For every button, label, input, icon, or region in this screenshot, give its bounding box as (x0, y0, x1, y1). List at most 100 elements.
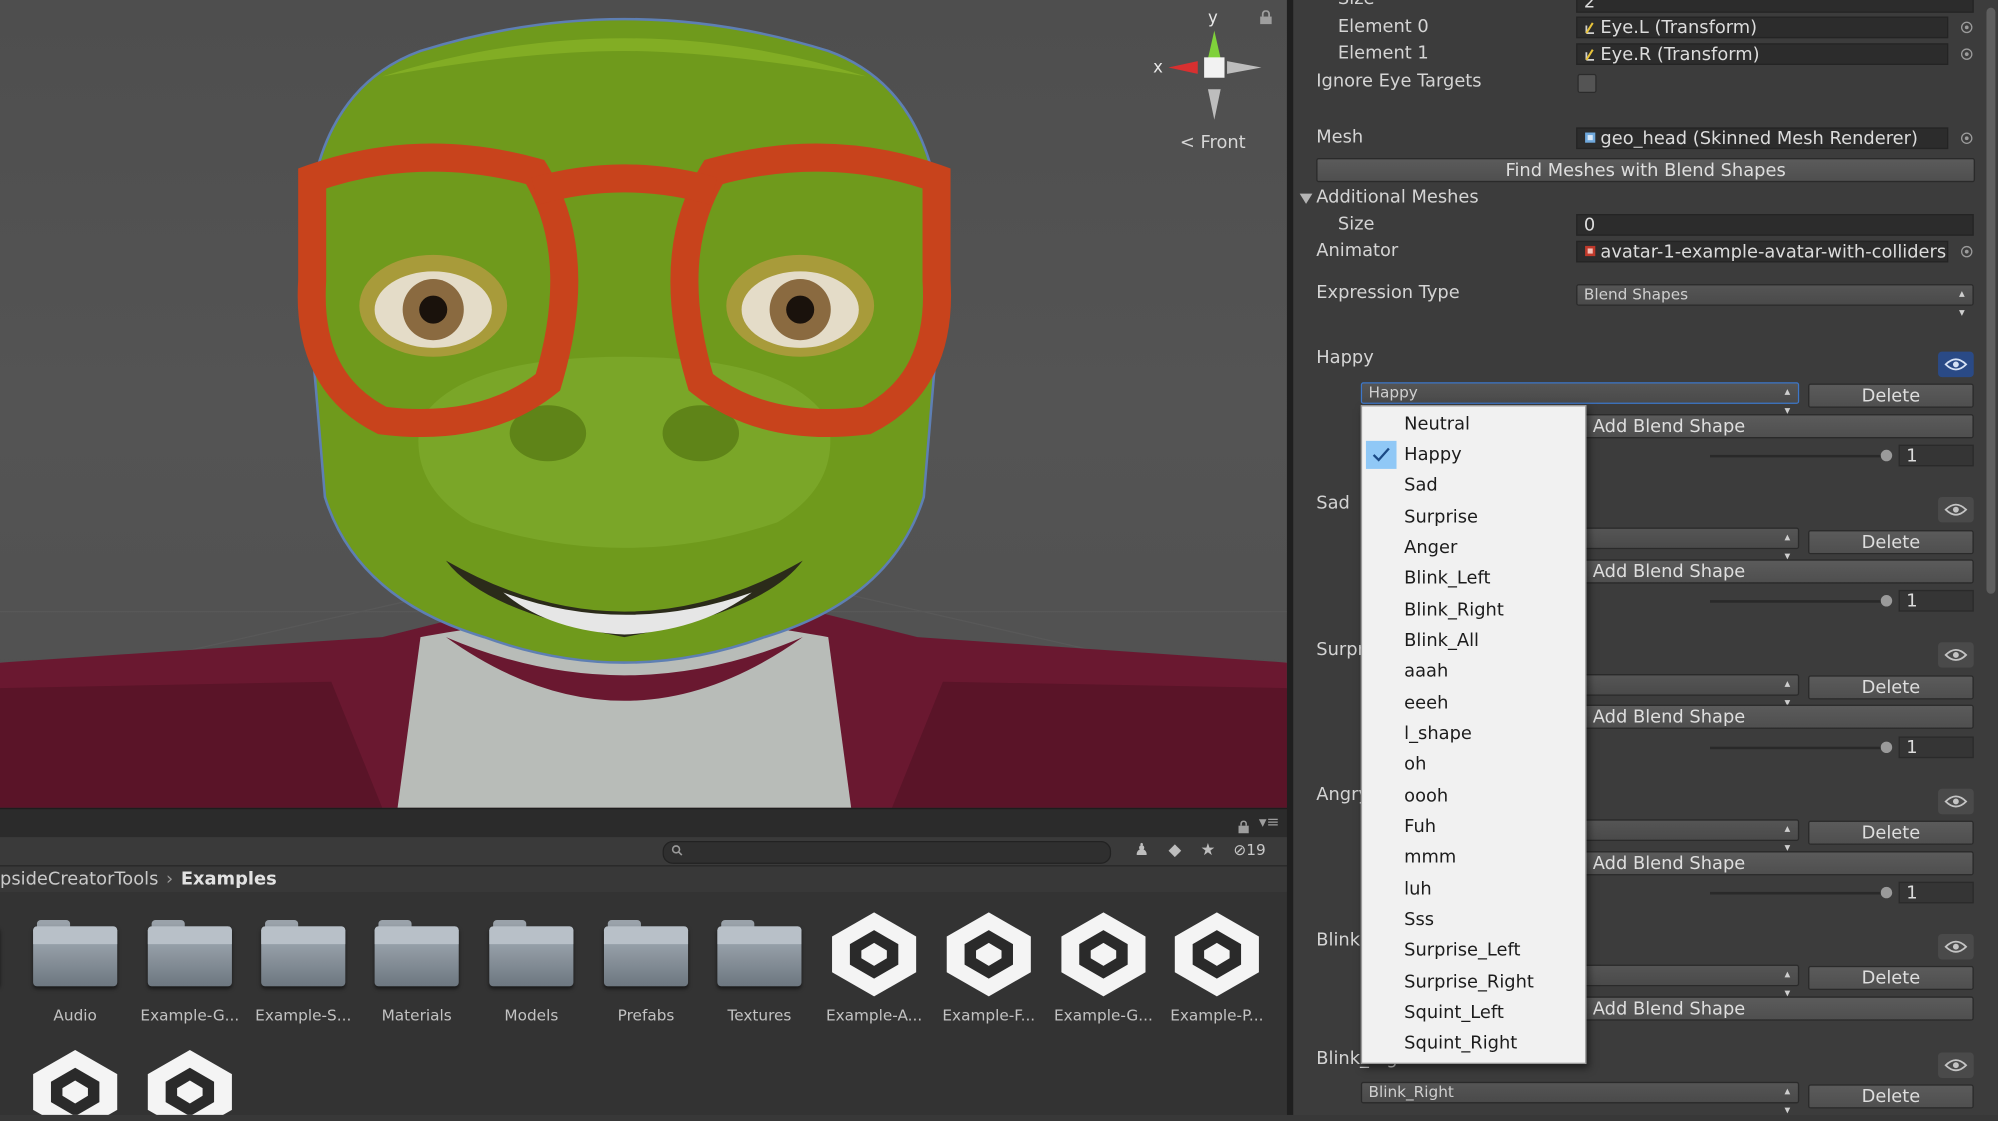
view-direction-label[interactable]: < Front (1180, 133, 1246, 153)
unity-scene-icon (832, 912, 917, 997)
panel-menu-icon[interactable]: ▾≡ (1259, 813, 1279, 831)
menu-item[interactable]: oooh (1362, 781, 1585, 812)
folder-icon (374, 919, 459, 987)
menu-item[interactable]: Fuh (1362, 812, 1585, 843)
slider-thumb[interactable] (1880, 595, 1893, 607)
menu-item[interactable]: aaah (1362, 656, 1585, 687)
additional-size-field[interactable]: 0 (1576, 214, 1974, 236)
eye-slash-icon: ⊘ (1233, 840, 1247, 859)
delete-button[interactable]: Delete (1808, 675, 1974, 700)
menu-item[interactable]: oh (1362, 749, 1585, 780)
delete-button[interactable]: Delete (1808, 530, 1974, 555)
breadcrumb-current[interactable]: Examples (181, 869, 277, 889)
scrollbar-thumb[interactable] (1986, 7, 1996, 594)
eye-icon[interactable] (1938, 351, 1974, 378)
menu-item-selected[interactable]: Happy (1362, 440, 1585, 471)
menu-item[interactable]: Surprise (1362, 502, 1585, 533)
object-picker-icon[interactable] (1960, 48, 1973, 60)
weight-slider[interactable] (1709, 891, 1889, 895)
chevron-left-icon: < (1179, 132, 1195, 153)
lock-icon[interactable] (1237, 820, 1250, 834)
animator-field[interactable]: avatar-1-example-avatar-with-colliders (1576, 240, 1949, 263)
weight-field[interactable]: 1 (1898, 736, 1974, 759)
menu-item[interactable]: Blink_Left (1362, 563, 1585, 594)
weight-field[interactable]: 1 (1898, 881, 1974, 904)
blend-shape-popup[interactable]: Blink_Right ▴ ▾ (1360, 1081, 1800, 1117)
search-input[interactable] (662, 840, 1112, 864)
menu-item[interactable]: Neutral (1362, 409, 1585, 440)
weight-field[interactable]: 1 (1898, 589, 1974, 612)
folder-icon (489, 919, 574, 987)
weight-field[interactable]: 1 (1898, 444, 1974, 467)
favorites-star-icon[interactable]: ★ (1198, 841, 1218, 861)
eye-icon[interactable] (1938, 788, 1974, 815)
eye-icon[interactable] (1938, 496, 1974, 523)
delete-button[interactable]: Delete (1808, 820, 1974, 845)
add-blend-shape-button[interactable]: Add Blend Shape (1580, 704, 1974, 729)
asset-label: Example-A... (825, 1006, 923, 1025)
slider-thumb[interactable] (1880, 886, 1893, 899)
scene-view[interactable]: y x < Front (0, 0, 1287, 808)
foldout-arrow-icon[interactable] (1299, 193, 1313, 204)
breadcrumb: psideCreatorTools › Examples (0, 866, 1287, 892)
gizmo-y-label: y (1208, 8, 1218, 27)
menu-item[interactable]: Anger (1362, 533, 1585, 564)
mesh-field[interactable]: geo_head (Skinned Mesh Renderer) (1576, 127, 1949, 150)
slider-thumb[interactable] (1880, 449, 1893, 462)
filter-by-label-icon[interactable]: ◆ (1165, 841, 1185, 861)
ignore-eye-targets-checkbox[interactable] (1577, 73, 1597, 94)
filter-by-type-icon[interactable]: ♟ (1131, 841, 1151, 861)
menu-item[interactable]: Sad (1362, 470, 1585, 501)
menu-item[interactable]: Blink_Right (1362, 595, 1585, 626)
menu-item[interactable]: Surprise_Right (1362, 967, 1585, 998)
add-blend-shape-button[interactable]: Add Blend Shape (1580, 414, 1974, 439)
add-blend-shape-button[interactable]: Add Blend Shape (1580, 851, 1974, 876)
add-blend-shape-button[interactable]: Add Blend Shape (1580, 996, 1974, 1021)
weight-slider[interactable] (1709, 454, 1889, 458)
element0-field[interactable]: Eye.L (Transform) (1576, 16, 1949, 39)
menu-item[interactable]: Sss (1362, 905, 1585, 936)
expression-type-label: Expression Type (1316, 282, 1460, 304)
object-picker-icon[interactable] (1960, 132, 1973, 144)
asset-grid: Audio Example-G... Example-S... Material… (0, 891, 1287, 1115)
menu-item[interactable]: eeeh (1362, 688, 1585, 719)
add-blend-shape-button[interactable]: Add Blend Shape (1580, 559, 1974, 584)
eye-icon[interactable] (1938, 642, 1974, 668)
size-field[interactable]: 2 (1576, 0, 1974, 13)
eye-icon[interactable] (1938, 933, 1974, 960)
element1-label: Element 1 (1337, 43, 1429, 64)
menu-item[interactable]: Squint_Left (1362, 998, 1585, 1029)
menu-item[interactable]: mmm (1362, 842, 1585, 873)
asset-label: Textures (727, 1006, 792, 1025)
asset-label: Example-G... (1054, 1006, 1153, 1025)
hidden-packages-toggle[interactable]: ⊘19 (1233, 841, 1265, 859)
asset-label: Audio (53, 1006, 97, 1025)
asset-label: Example-G... (140, 1006, 240, 1025)
unity-scene-icon (147, 1049, 232, 1115)
breadcrumb-item[interactable]: psideCreatorTools (0, 869, 158, 889)
lock-icon[interactable] (1259, 10, 1273, 25)
object-picker-icon[interactable] (1960, 21, 1973, 34)
menu-item[interactable]: Blink_All (1362, 626, 1585, 657)
gizmo-x-label: x (1153, 58, 1163, 77)
inspector-scrollbar[interactable] (1983, 0, 1998, 1115)
expression-type-popup[interactable]: Blend Shapes ▴ ▾ (1576, 284, 1974, 320)
delete-button[interactable]: Delete (1808, 383, 1974, 408)
blend-shape-popup[interactable]: Happy ▴ ▾ (1360, 382, 1800, 418)
delete-button[interactable]: Delete (1808, 965, 1974, 991)
slider-thumb[interactable] (1880, 741, 1893, 754)
eye-icon[interactable] (1938, 1052, 1974, 1078)
folder-icon (147, 919, 232, 987)
delete-button[interactable]: Delete (1808, 1084, 1974, 1109)
element1-field[interactable]: Eye.R (Transform) (1576, 43, 1949, 65)
menu-item[interactable]: Surprise_Left (1362, 935, 1585, 966)
weight-slider[interactable] (1709, 600, 1889, 603)
menu-item[interactable]: Squint_Right (1362, 1028, 1585, 1059)
find-meshes-button[interactable]: Find Meshes with Blend Shapes (1316, 158, 1976, 183)
weight-slider[interactable] (1709, 746, 1889, 750)
menu-item[interactable]: luh (1362, 874, 1585, 905)
object-picker-icon[interactable] (1960, 245, 1973, 258)
additional-meshes-label[interactable]: Additional Meshes (1316, 187, 1478, 207)
ignore-eye-targets-label: Ignore Eye Targets (1316, 71, 1482, 92)
menu-item[interactable]: l_shape (1362, 719, 1585, 750)
